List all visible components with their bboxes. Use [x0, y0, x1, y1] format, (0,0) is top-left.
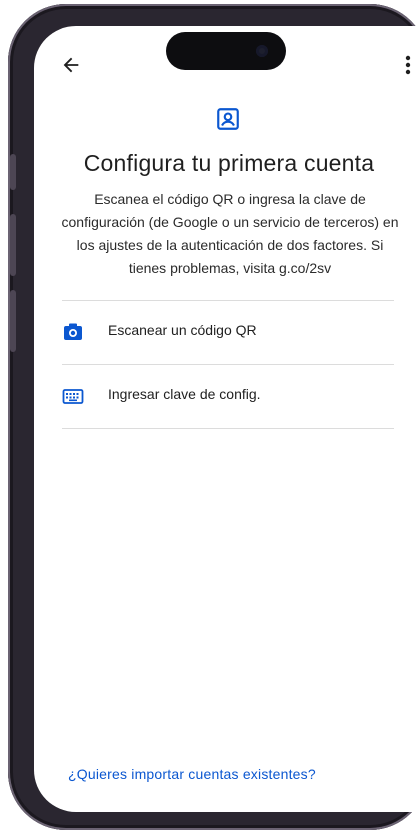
more-vert-icon[interactable] [398, 52, 416, 78]
page-title: Configura tu primera cuenta [83, 150, 375, 176]
volume-down-button [10, 290, 16, 352]
side-button [10, 154, 16, 190]
screen: Configura tu primera cuenta Escanea el c… [34, 26, 416, 812]
account-box-icon [215, 106, 241, 132]
camera-icon [62, 322, 84, 342]
divider [62, 428, 394, 429]
dynamic-island [166, 32, 286, 70]
volume-up-button [10, 214, 16, 276]
scan-qr-label: Escanear un código QR [108, 322, 257, 338]
enter-key-label: Ingresar clave de config. [108, 386, 261, 402]
phone-frame: Configura tu primera cuenta Escanea el c… [8, 4, 416, 830]
enter-key-option[interactable]: Ingresar clave de config. [62, 364, 394, 428]
keyboard-icon [62, 386, 84, 406]
page-description: Escanea el código QR o ingresa la clave … [61, 191, 399, 276]
camera-lens [256, 45, 268, 57]
import-accounts-link[interactable]: ¿Quieres importar cuentas existentes? [68, 766, 316, 782]
arrow-back-icon[interactable] [60, 54, 82, 76]
scan-qr-option[interactable]: Escanear un código QR [62, 300, 394, 364]
